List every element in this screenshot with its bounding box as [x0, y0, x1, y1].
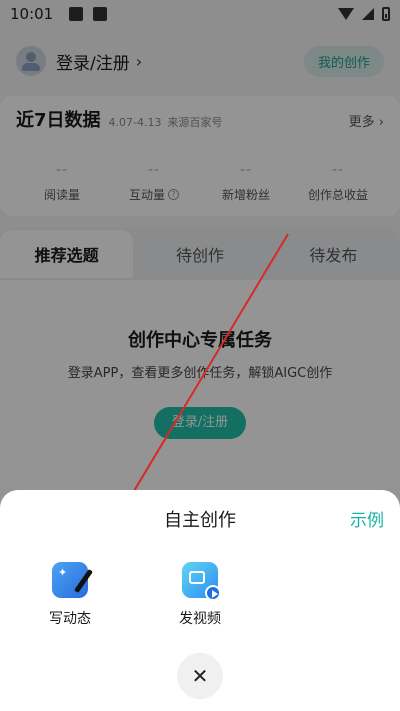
close-icon: ✕	[191, 664, 209, 688]
close-button[interactable]: ✕	[177, 653, 223, 699]
write-post-label: 写动态	[49, 611, 91, 627]
post-video-icon	[182, 562, 221, 601]
post-video-button[interactable]: 发视频	[155, 562, 245, 628]
post-video-label: 发视频	[179, 611, 221, 627]
pen-icon	[73, 568, 94, 594]
play-icon	[205, 585, 221, 601]
example-link[interactable]: 示例	[350, 506, 384, 531]
screen-icon	[189, 571, 205, 584]
create-bottom-sheet: 自主创作 示例 ✦ 写动态 发视频 ✕	[0, 490, 400, 711]
write-post-icon: ✦	[52, 562, 94, 598]
sheet-title: 自主创作	[164, 510, 236, 531]
sparkle-icon: ✦	[58, 566, 68, 579]
write-post-button[interactable]: ✦ 写动态	[25, 562, 115, 628]
